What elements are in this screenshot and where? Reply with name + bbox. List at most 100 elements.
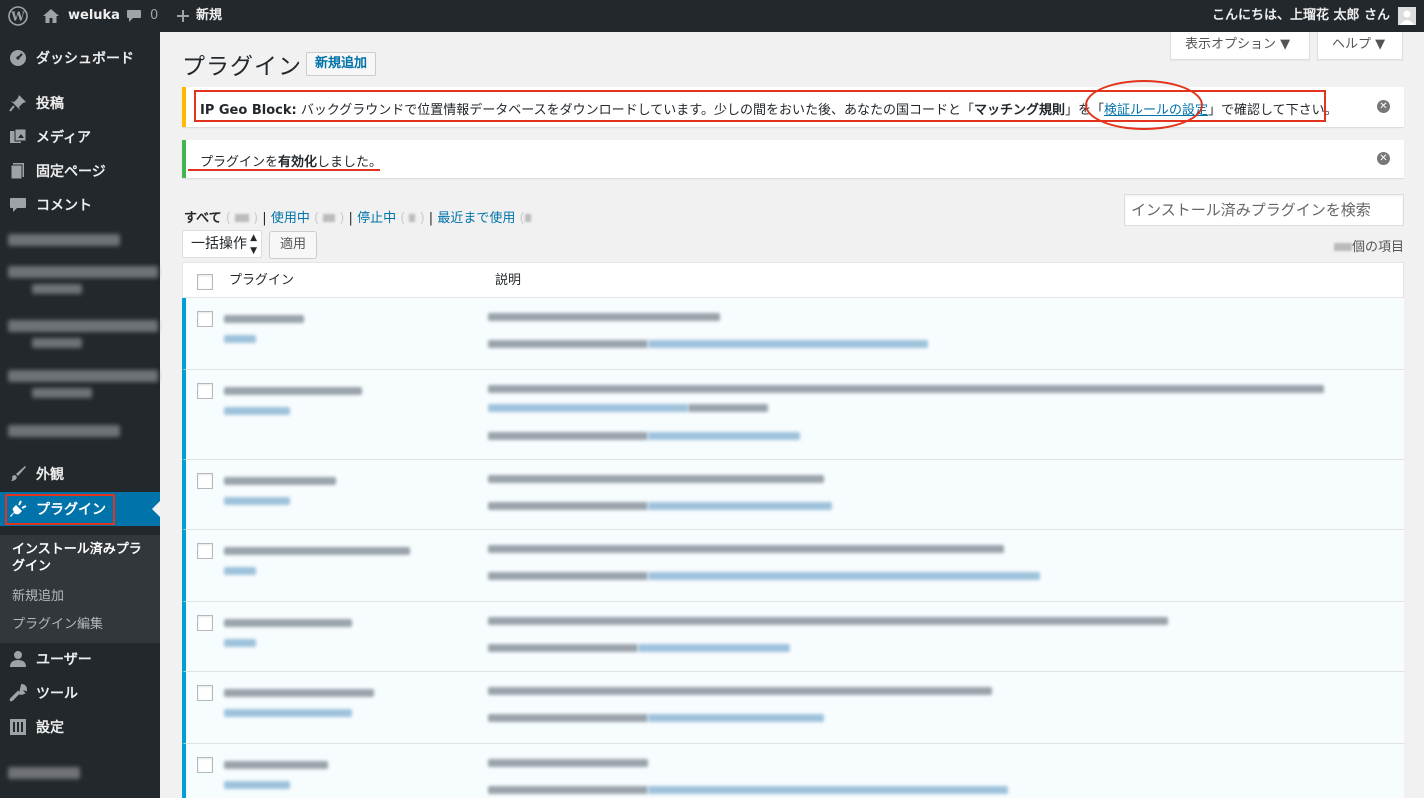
row-checkbox[interactable] — [197, 311, 213, 327]
blurred-menu-item[interactable] — [8, 370, 158, 382]
menu-appearance[interactable]: 外観 — [0, 457, 160, 491]
table-row — [182, 370, 1404, 460]
row-checkbox[interactable] — [197, 543, 213, 559]
menu-dashboard[interactable]: ダッシュボード — [0, 41, 160, 75]
blurred-meta-links[interactable] — [648, 340, 928, 348]
notice-strong: 有効化 — [278, 155, 318, 170]
blurred-plugin-name — [224, 761, 328, 769]
blurred-meta-links[interactable] — [648, 432, 800, 440]
highlight-underline — [188, 169, 380, 171]
blurred-meta-links[interactable] — [648, 502, 832, 510]
blurred-action-links[interactable] — [224, 567, 256, 575]
blurred-action-links[interactable] — [224, 781, 290, 789]
menu-label: ユーザー — [36, 652, 92, 668]
admin-bar: W weluka 0 新規 こんにちは、上瑠花 太郎 さん — [0, 0, 1424, 32]
plugin-search-input[interactable]: インストール済みプラグインを検索 — [1124, 194, 1404, 226]
wordpress-logo-icon[interactable]: W — [8, 0, 28, 32]
pin-icon — [0, 94, 36, 112]
blurred-menu-item[interactable] — [8, 266, 158, 278]
help-button[interactable]: ヘルプ ▼ — [1317, 32, 1403, 60]
blurred-menu-item[interactable] — [8, 320, 158, 332]
wrench-icon — [0, 684, 36, 702]
blurred-action-links[interactable] — [224, 407, 290, 415]
blurred-description — [688, 404, 768, 412]
blurred-description — [488, 617, 1168, 625]
blurred-action-links[interactable] — [224, 335, 256, 343]
table-header: プラグイン 説明 — [182, 262, 1404, 298]
blurred-meta-links[interactable] — [648, 714, 824, 722]
comments-link[interactable]: 0 — [126, 0, 158, 32]
filter-all[interactable]: すべて — [184, 211, 222, 226]
plugin-status-filters: すべて ( ) | 使用中 ( ) | 停止中 ( ) | 最近まで使用 ( — [184, 207, 531, 226]
blurred-meta-links[interactable] — [648, 572, 1040, 580]
submenu-installed-plugins[interactable]: インストール済みプラグイン — [12, 541, 152, 575]
blurred-menu-item[interactable] — [8, 767, 80, 779]
blurred-meta — [488, 714, 648, 722]
blurred-plugin-name — [224, 619, 352, 627]
main-content: プラグイン 新規追加 表示オプション ▼ ヘルプ ▼ IP Geo Block:… — [160, 32, 1424, 798]
blurred-description — [488, 313, 720, 321]
blurred-action-links[interactable] — [224, 639, 256, 647]
submenu-plugin-editor[interactable]: プラグイン編集 — [12, 613, 103, 632]
dismiss-icon[interactable]: ✕ — [1377, 152, 1390, 165]
table-row — [182, 530, 1404, 602]
blurred-plugin-name — [224, 387, 362, 395]
blurred-action-links[interactable] — [224, 497, 290, 505]
submenu-add-new[interactable]: 新規追加 — [12, 585, 64, 604]
add-new-button[interactable]: 新規追加 — [306, 52, 377, 76]
menu-pages[interactable]: 固定ページ — [0, 154, 160, 188]
table-row — [182, 672, 1404, 744]
highlight-ellipse-link — [1085, 80, 1203, 130]
row-checkbox[interactable] — [197, 615, 213, 631]
blurred-description-link[interactable] — [488, 404, 688, 412]
menu-users[interactable]: ユーザー — [0, 642, 160, 676]
activated-notice: プラグインを有効化しました。 ✕ — [182, 140, 1404, 178]
my-account[interactable]: こんにちは、上瑠花 太郎 さん — [1212, 0, 1416, 32]
screen-options-button[interactable]: 表示オプション ▼ — [1170, 32, 1310, 60]
item-count: 個の項目 — [1333, 236, 1404, 255]
select-arrows-icon: ▲ ▼ — [250, 233, 257, 256]
table-row — [182, 298, 1404, 370]
notice-part: プラグインを — [200, 155, 279, 170]
new-content-link[interactable]: 新規 — [176, 0, 222, 32]
menu-comments[interactable]: コメント — [0, 188, 160, 222]
blurred-description — [488, 385, 1324, 393]
row-checkbox[interactable] — [197, 383, 213, 399]
blurred-action-links[interactable] — [224, 709, 352, 717]
blurred-menu-item — [32, 284, 82, 294]
row-checkbox[interactable] — [197, 685, 213, 701]
blurred-description — [488, 687, 992, 695]
bulk-action-select[interactable]: 一括操作 ▲ ▼ — [182, 230, 262, 258]
comment-bubble-icon — [126, 9, 142, 23]
admin-sidebar: ダッシュボード 投稿 メディア 固定ページ コメント 外観 プラグイン インスト… — [0, 32, 160, 798]
menu-settings[interactable]: 設定 — [0, 710, 160, 744]
blurred-menu-item[interactable] — [8, 234, 120, 246]
blurred-meta — [488, 502, 648, 510]
blurred-description — [488, 475, 824, 483]
dismiss-icon[interactable]: ✕ — [1377, 100, 1390, 113]
apply-button[interactable]: 適用 — [269, 231, 318, 259]
blurred-meta-links[interactable] — [648, 786, 1008, 794]
menu-posts[interactable]: 投稿 — [0, 86, 160, 120]
blurred-menu-item[interactable] — [8, 425, 120, 437]
filter-inactive[interactable]: 停止中 — [357, 211, 396, 226]
menu-label: メディア — [36, 130, 92, 146]
table-row — [182, 602, 1404, 672]
menu-media[interactable]: メディア — [0, 120, 160, 154]
blurred-description — [488, 545, 1004, 553]
blurred-plugin-name — [224, 477, 336, 485]
current-arrow-icon — [152, 501, 160, 517]
blurred-plugin-name — [224, 547, 410, 555]
blurred-meta-links[interactable] — [638, 644, 790, 652]
filter-recently-active[interactable]: 最近まで使用 — [437, 211, 515, 226]
select-all-checkbox[interactable] — [197, 274, 213, 290]
bulk-action-label: 一括操作 — [191, 236, 247, 252]
item-count-suffix: 個の項目 — [1351, 240, 1404, 255]
menu-tools[interactable]: ツール — [0, 676, 160, 710]
filter-active[interactable]: 使用中 — [271, 211, 310, 226]
row-checkbox[interactable] — [197, 473, 213, 489]
row-checkbox[interactable] — [197, 757, 213, 773]
comments-count: 0 — [150, 8, 159, 23]
site-link[interactable]: weluka — [42, 0, 120, 32]
svg-text:W: W — [10, 10, 25, 24]
